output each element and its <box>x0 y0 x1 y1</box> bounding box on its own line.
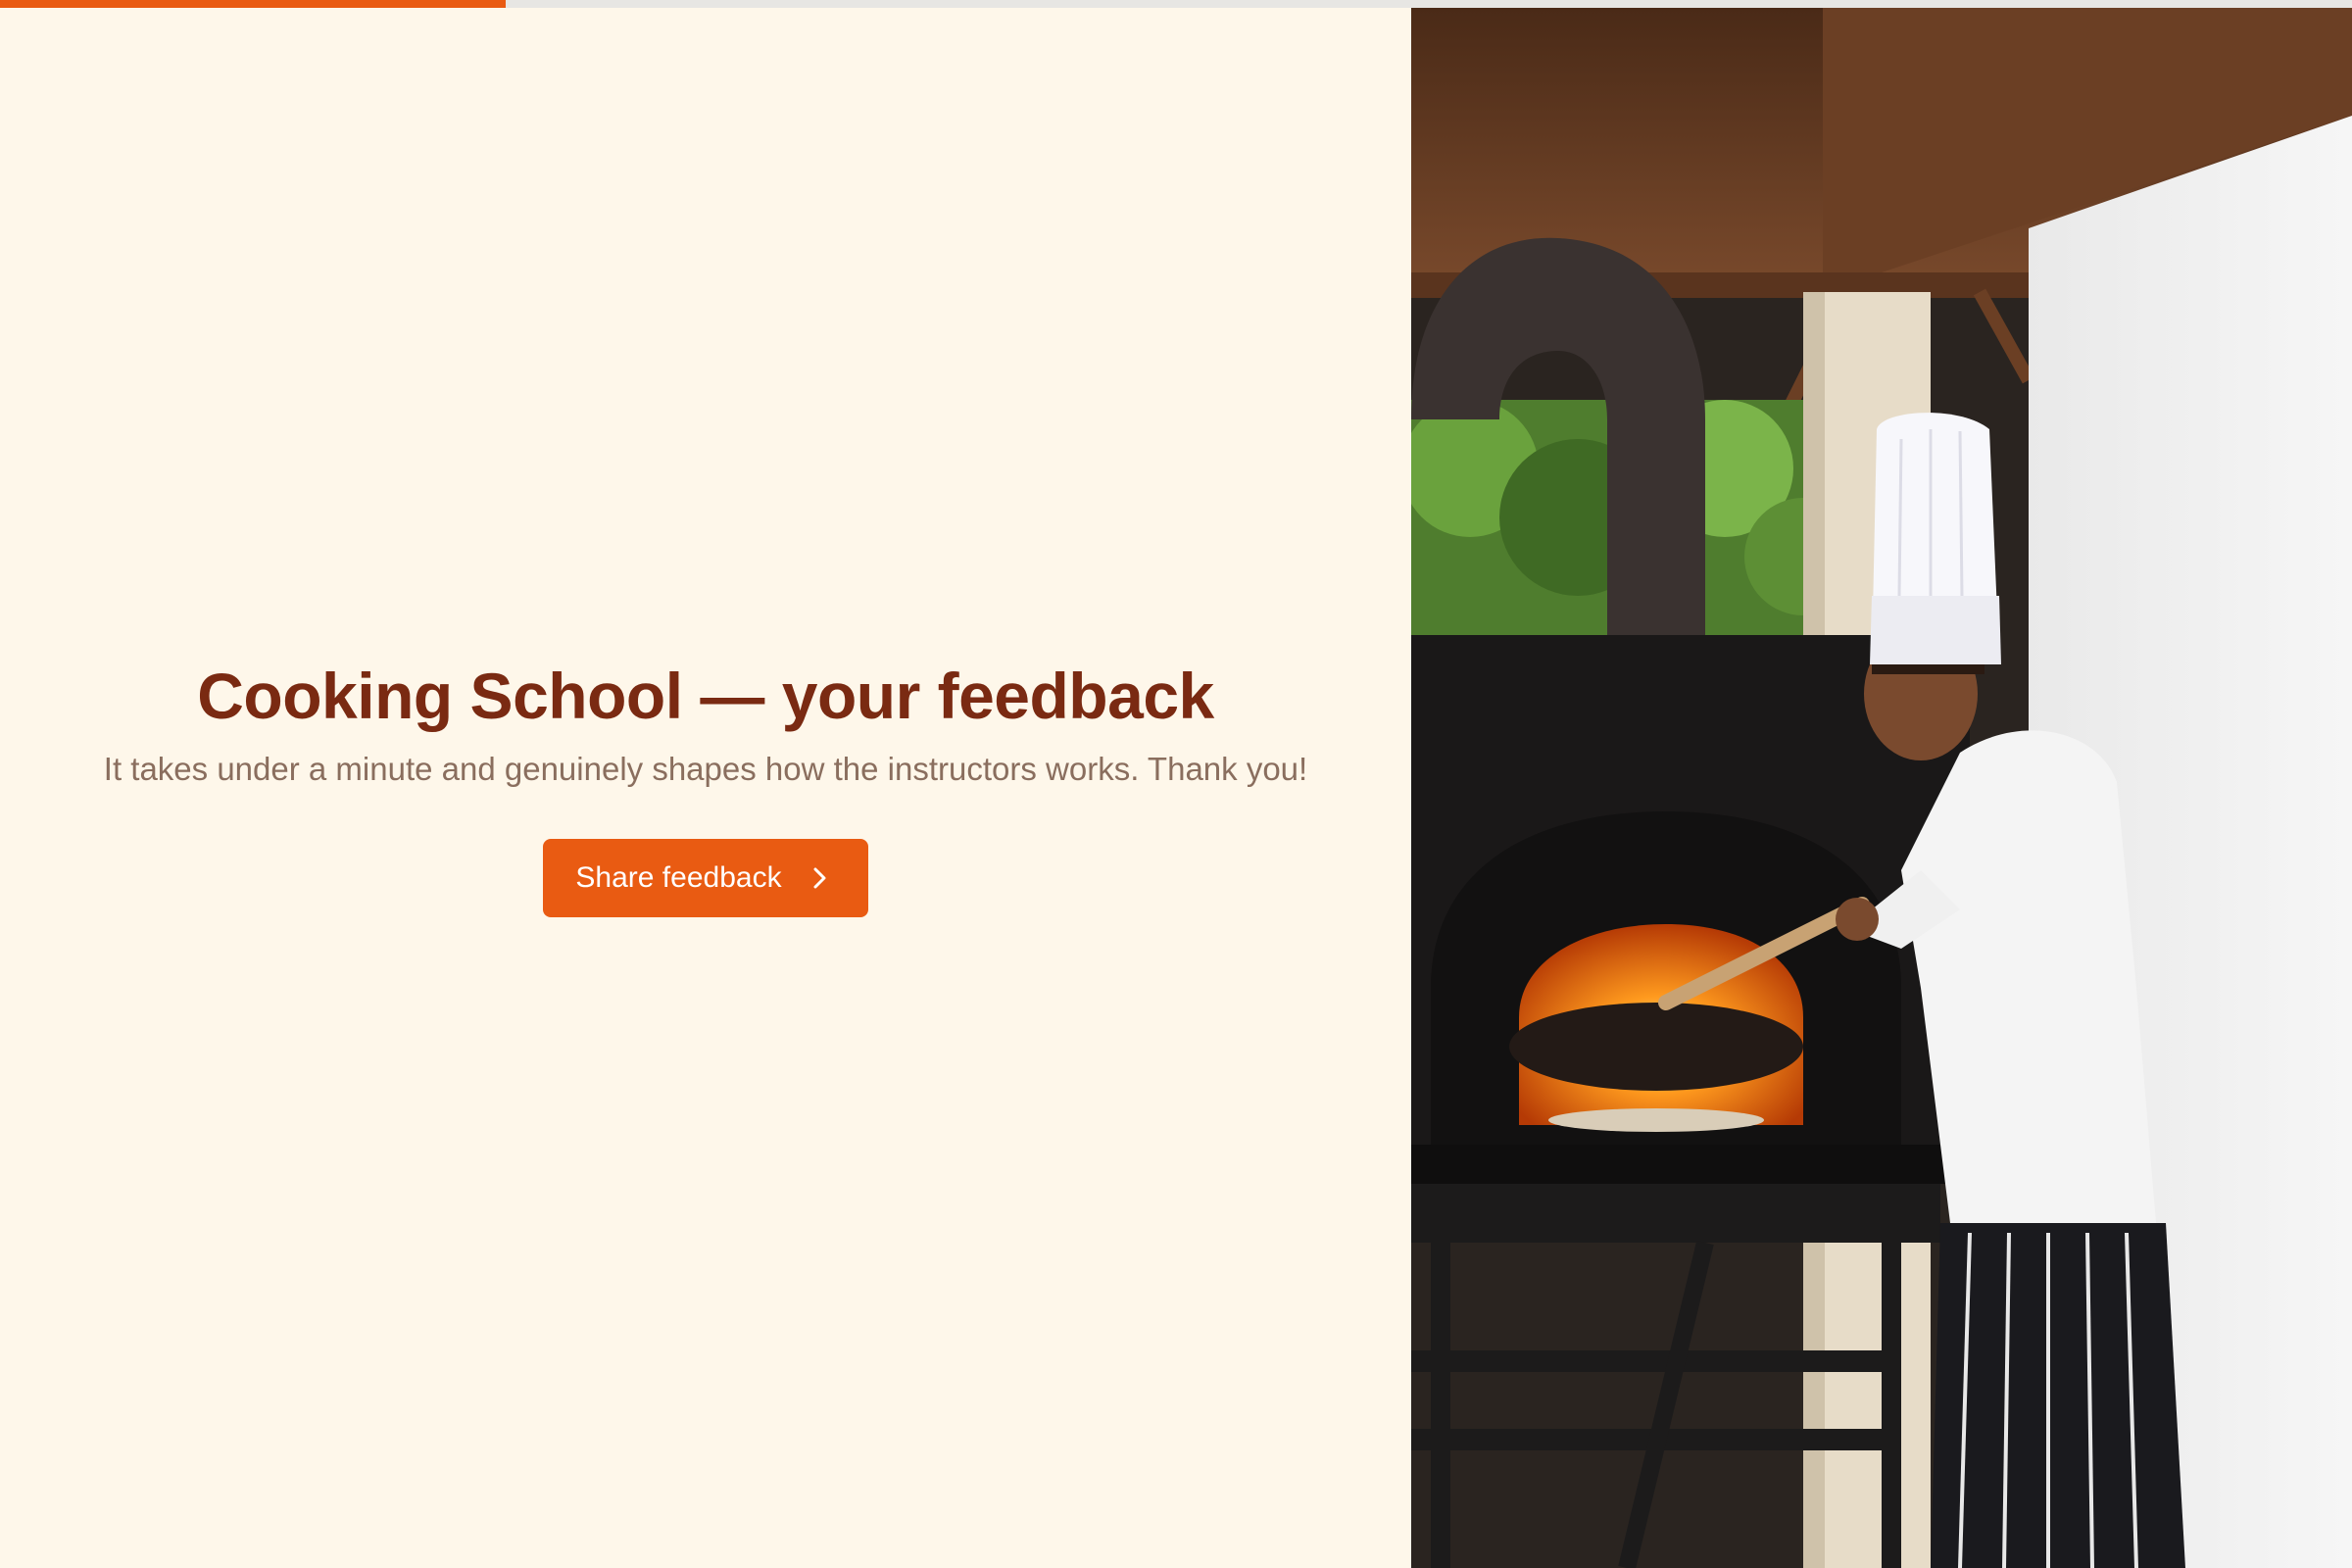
share-feedback-button[interactable]: Share feedback <box>543 839 868 917</box>
chevron-right-icon <box>811 865 829 891</box>
page-title: Cooking School — your feedback <box>197 660 1214 732</box>
page-subtitle: It takes under a minute and genuinely sh… <box>103 751 1308 787</box>
share-feedback-label: Share feedback <box>575 861 782 894</box>
progress-bar-fill <box>0 0 506 8</box>
intro-panel: Cooking School — your feedback It takes … <box>0 8 1411 1568</box>
progress-bar <box>0 0 2352 8</box>
chef-pizza-oven-photo <box>1411 8 2352 1568</box>
